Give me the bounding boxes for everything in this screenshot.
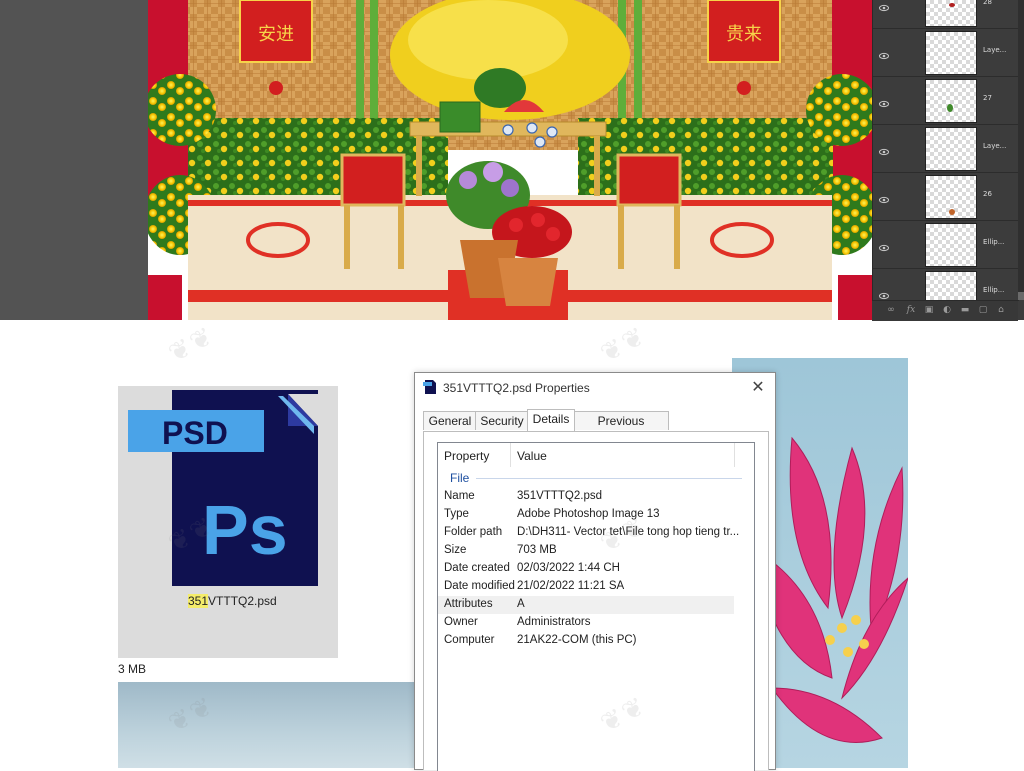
- layer-row[interactable]: Laye...: [873, 124, 1019, 173]
- list-item[interactable]: Size 703 MB: [438, 542, 734, 560]
- properties-dialog: 351VTTTQ2.psd Properties ✕ General Secur…: [414, 372, 776, 771]
- property-name: Size: [444, 544, 467, 556]
- eye-icon[interactable]: [879, 94, 889, 108]
- layers-scroll-thumb[interactable]: [1018, 292, 1024, 300]
- list-item[interactable]: Date created 02/03/2022 1:44 CH: [438, 560, 734, 578]
- tab-general[interactable]: General: [423, 411, 477, 430]
- property-name: Folder path: [444, 526, 503, 538]
- document-canvas[interactable]: 安进 贵来: [148, 0, 872, 320]
- list-item[interactable]: Folder path D:\DH311- Vector tet\File to…: [438, 524, 739, 542]
- list-item[interactable]: Attributes A: [438, 596, 734, 614]
- details-tab-panel: Property Value File Name 351VTTTQ2.psd T…: [423, 431, 769, 771]
- tab-details[interactable]: Details: [527, 409, 575, 431]
- layer-row[interactable]: 27: [873, 76, 1019, 125]
- layer-thumbnail: [925, 0, 977, 27]
- eye-icon[interactable]: [879, 286, 889, 300]
- file-name-highlight: 351: [188, 594, 209, 608]
- layer-name: 26: [983, 190, 992, 198]
- property-value: 02/03/2022 1:44 CH: [517, 562, 620, 574]
- tab-security[interactable]: Security: [475, 411, 529, 430]
- folder-icon[interactable]: ▬: [960, 305, 970, 315]
- eye-icon[interactable]: [879, 190, 889, 204]
- banner-right-text: 贵来: [726, 24, 762, 45]
- watermark: ❦❦: [163, 320, 220, 370]
- tab-strip: General Security Details Previous Versio…: [423, 409, 767, 446]
- layer-name: Laye...: [983, 142, 1007, 150]
- layer-name: Ellip...: [983, 238, 1005, 246]
- layer-thumbnail: [925, 127, 977, 171]
- property-value: A: [517, 598, 525, 610]
- dialog-title: 351VTTTQ2.psd Properties: [443, 381, 590, 395]
- layer-thumbnail: [925, 175, 977, 219]
- layer-row[interactable]: 26: [873, 172, 1019, 221]
- close-icon[interactable]: ✕: [749, 378, 767, 396]
- group-header-file: File: [450, 471, 470, 485]
- tab-previous-versions[interactable]: Previous Versions: [573, 411, 669, 446]
- layers-scrollbar[interactable]: [1018, 0, 1024, 300]
- eye-icon[interactable]: [879, 46, 889, 60]
- eye-icon[interactable]: [879, 142, 889, 156]
- size-fragment: 3 MB: [118, 662, 147, 676]
- list-item[interactable]: Computer 21AK22-COM (this PC): [438, 632, 734, 650]
- property-name: Attributes: [444, 598, 493, 610]
- layer-row[interactable]: Ellip...: [873, 268, 1019, 301]
- property-value: 21/02/2022 11:21 SA: [517, 580, 625, 592]
- column-property[interactable]: Property: [444, 449, 489, 463]
- psd-badge-text: PSD: [162, 415, 228, 451]
- layer-row[interactable]: Ellip...: [873, 220, 1019, 269]
- layer-thumbnail: [925, 31, 977, 75]
- column-header: Property Value: [438, 443, 754, 467]
- file-icon-tile[interactable]: PSD Ps 351VTTTQ2.psd: [118, 386, 338, 658]
- fx-icon[interactable]: fx: [906, 305, 916, 315]
- eye-icon[interactable]: [879, 238, 889, 252]
- psd-file-icon: PSD Ps: [128, 390, 318, 586]
- layers-footer-toolbar: ∞ fx ▣ ◐ ▬ ▢ ⌂: [872, 300, 1018, 321]
- property-value: 703 MB: [517, 544, 557, 556]
- tet-scene-artwork: 安进 贵来: [148, 0, 872, 320]
- sky-photo: [118, 682, 418, 768]
- list-item[interactable]: Type Adobe Photoshop Image 13: [438, 506, 734, 524]
- layer-thumbnail: [925, 271, 977, 301]
- new-layer-icon[interactable]: ▢: [978, 305, 988, 315]
- list-item[interactable]: Owner Administrators: [438, 614, 734, 632]
- layers-panel: 28 Laye... 27 Laye... 26 Ellip... Ellip.…: [872, 0, 1024, 320]
- property-name: Date created: [444, 562, 510, 574]
- column-divider[interactable]: [734, 443, 735, 467]
- column-value[interactable]: Value: [517, 449, 547, 463]
- link-icon[interactable]: ∞: [886, 305, 896, 315]
- layer-row[interactable]: Laye...: [873, 28, 1019, 77]
- property-value: 351VTTTQ2.psd: [517, 490, 603, 502]
- property-name: Type: [444, 508, 469, 520]
- adjustment-icon[interactable]: ◐: [942, 305, 952, 315]
- layer-name: Laye...: [983, 46, 1007, 54]
- psd-file-icon: [423, 379, 437, 395]
- property-value: Administrators: [517, 616, 591, 628]
- layer-name: Ellip...: [983, 286, 1005, 294]
- list-item[interactable]: Name 351VTTTQ2.psd: [438, 488, 734, 506]
- layer-thumbnail: [925, 223, 977, 267]
- watermark: ❦❦: [595, 320, 652, 370]
- details-list[interactable]: Property Value File Name 351VTTTQ2.psd T…: [437, 442, 755, 771]
- group-divider: [476, 478, 742, 479]
- property-name: Computer: [444, 634, 495, 646]
- eye-icon[interactable]: [879, 0, 889, 12]
- property-value: 21AK22-COM (this PC): [517, 634, 637, 646]
- layer-thumbnail: [925, 79, 977, 123]
- column-divider[interactable]: [510, 443, 511, 467]
- trash-icon[interactable]: ⌂: [996, 305, 1006, 315]
- workspace-gutter: [0, 0, 148, 320]
- property-name: Date modified: [444, 580, 515, 592]
- layer-name: 27: [983, 94, 992, 102]
- layer-row[interactable]: 28: [873, 0, 1019, 29]
- banner-left-text: 安进: [258, 24, 294, 45]
- layer-name: 28: [983, 0, 992, 6]
- property-name: Name: [444, 490, 475, 502]
- file-name-rest: VTTTQ2.psd: [208, 594, 277, 608]
- file-name-label[interactable]: 351VTTTQ2.psd: [188, 594, 277, 608]
- property-name: Owner: [444, 616, 478, 628]
- mask-icon[interactable]: ▣: [924, 305, 934, 315]
- list-item[interactable]: Date modified 21/02/2022 11:21 SA: [438, 578, 734, 596]
